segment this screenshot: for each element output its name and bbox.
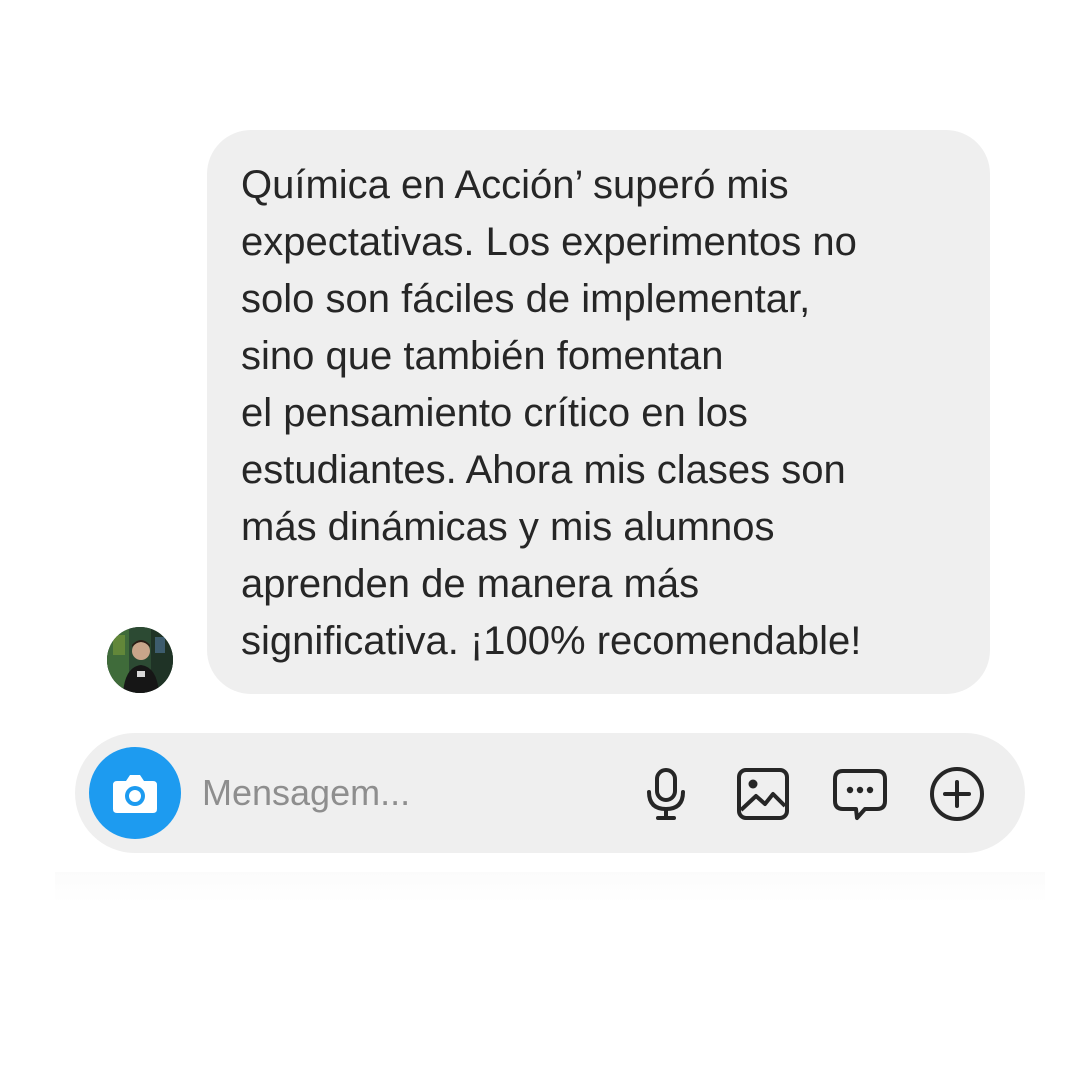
profile-photo-icon (107, 627, 173, 693)
message-text-line: el pensamiento crítico en los (241, 391, 748, 435)
sticker-button[interactable] (831, 765, 889, 823)
camera-icon (113, 775, 157, 813)
more-options-button[interactable] (928, 765, 986, 823)
message-text-line: aprenden de manera más (241, 562, 700, 606)
chat-screen: Química en Acción’ superó mis expectativ… (0, 0, 1080, 1080)
message-text-line: sino que también fomentan (241, 334, 724, 378)
message-bubble[interactable]: Química en Acción’ superó mis expectativ… (207, 130, 990, 694)
message-text-line: significativa. ¡100% recomendable! (241, 619, 862, 663)
sender-avatar[interactable] (107, 627, 173, 693)
bottom-divider (55, 872, 1045, 902)
message-text-line: Química en Acción’ superó mis (241, 163, 789, 207)
message-text-line: estudiantes. Ahora mis clases son (241, 448, 846, 492)
message-text-line: más dinámicas y mis alumnos (241, 505, 775, 549)
chat-bubble-dots-icon (833, 769, 887, 820)
camera-button[interactable] (89, 747, 181, 839)
voice-message-button[interactable] (637, 765, 695, 823)
message-text-line: solo son fáciles de implementar, (241, 277, 811, 321)
microphone-icon (647, 768, 685, 820)
gallery-button[interactable] (734, 765, 792, 823)
message-input[interactable] (202, 770, 562, 816)
plus-circle-icon (930, 767, 984, 821)
image-icon (737, 768, 789, 820)
message-composer (75, 733, 1025, 853)
message-text-line: expectativas. Los experimentos no (241, 220, 857, 264)
